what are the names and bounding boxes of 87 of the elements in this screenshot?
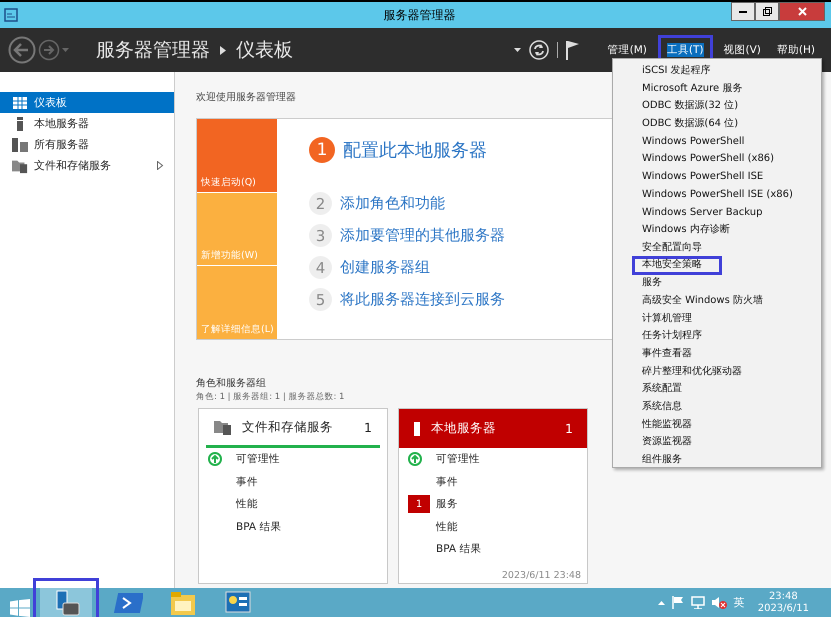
menu-item[interactable]: 资源监视器 <box>636 433 821 452</box>
server-icon <box>413 422 421 436</box>
menu-item[interactable]: 本地安全策略 <box>632 256 722 275</box>
card-count: 1 <box>364 420 372 434</box>
menu-item[interactable]: Windows Server Backup <box>636 204 821 222</box>
card-link[interactable]: 可管理性 <box>236 452 280 466</box>
menu-item[interactable]: iSCSI 发起程序 <box>636 62 821 80</box>
timestamp: 2023/6/11 23:48 <box>502 570 581 582</box>
window-title: 服务器管理器 <box>382 6 456 24</box>
forward-button[interactable] <box>38 39 60 61</box>
menu-item[interactable]: ODBC 数据源(64 位) <box>636 115 821 133</box>
step-number: 1 <box>309 137 335 163</box>
menu-item[interactable]: 高级安全 Windows 防火墙 <box>636 292 821 310</box>
sidebar-item[interactable]: 文件和存储服务 <box>0 155 174 176</box>
step-link[interactable]: 添加要管理的其他服务器 <box>340 226 505 245</box>
menu-item[interactable]: 系统配置 <box>636 380 821 398</box>
breadcrumb[interactable]: 服务器管理器 <box>96 37 210 63</box>
menu-item[interactable]: 碎片整理和优化驱动器 <box>636 362 821 380</box>
folder-icon <box>12 158 28 174</box>
step-number: 4 <box>309 256 332 279</box>
section-title: 角色和服务器组 <box>196 376 266 390</box>
step-link[interactable]: 创建服务器组 <box>340 258 430 277</box>
dropdown-caret-icon[interactable] <box>514 48 521 52</box>
step-number: 2 <box>309 192 332 215</box>
restore-button[interactable] <box>755 2 779 21</box>
menu-item[interactable]: Windows PowerShell <box>636 132 821 150</box>
step-number: 3 <box>309 224 332 247</box>
close-button[interactable] <box>779 2 825 21</box>
step-number: 5 <box>309 288 332 311</box>
chevron-icon <box>220 46 226 54</box>
card-link[interactable]: 性能 <box>236 497 258 512</box>
card-link[interactable]: BPA 结果 <box>236 520 282 534</box>
card-header[interactable]: 文件和存储服务 1 <box>206 409 380 448</box>
refresh-icon[interactable] <box>528 40 549 60</box>
menu-item[interactable]: 帮助(H) <box>772 35 820 65</box>
menu-item[interactable]: 计算机管理 <box>636 310 821 328</box>
sidebar-item[interactable]: 仪表板 <box>0 92 174 113</box>
card-link[interactable]: 事件 <box>236 474 258 489</box>
minimize-button[interactable] <box>731 2 755 21</box>
sidebar-item[interactable]: 所有服务器 <box>0 134 174 155</box>
up-caret-icon[interactable] <box>658 600 665 604</box>
restore-icon <box>762 7 772 16</box>
card-link[interactable]: 事件 <box>436 474 458 489</box>
card-link[interactable]: 服务 <box>436 497 458 512</box>
card-header[interactable]: 本地服务器 1 <box>399 409 587 448</box>
speaker-muted-icon[interactable] <box>712 596 727 609</box>
menu-item[interactable]: Microsoft Azure 服务 <box>636 80 821 98</box>
windows-logo-icon[interactable] <box>10 599 30 617</box>
step-link[interactable]: 添加角色和功能 <box>340 194 445 213</box>
menu-item[interactable]: Windows PowerShell ISE <box>636 168 821 186</box>
menu-item[interactable]: 管理(M) <box>602 35 652 65</box>
role-card[interactable]: 本地服务器 1 可管理性 事件 1 服务 性能 BPA 结果 2023/6/11 23:48 <box>398 408 588 584</box>
summary-text: 角色: 1 | 服务器组: 1 | 服务器总数: 1 <box>196 391 344 403</box>
network-icon[interactable] <box>690 596 705 609</box>
folder-icon <box>214 419 232 435</box>
app-icon <box>4 8 18 22</box>
section-title: 欢迎使用服务器管理器 <box>196 90 296 102</box>
minimize-icon <box>739 10 747 12</box>
menu-item[interactable]: 性能监视器 <box>636 416 821 434</box>
menu-item[interactable]: Windows PowerShell (x86) <box>636 150 821 168</box>
menu-item[interactable]: 组件服务 <box>636 451 821 469</box>
card-title: 本地服务器 <box>431 420 497 437</box>
card-link[interactable]: BPA 结果 <box>436 542 482 556</box>
servers-icon <box>12 138 28 152</box>
step-link[interactable]: 将此服务器连接到云服务 <box>340 290 505 309</box>
menu-item[interactable]: 任务计划程序 <box>636 327 821 346</box>
card-title: 文件和存储服务 <box>242 418 334 436</box>
step-link[interactable]: 配置此本地服务器 <box>343 138 487 162</box>
menu-item[interactable]: 安全配置向导 <box>636 238 821 257</box>
back-button[interactable] <box>8 36 36 64</box>
menu-item[interactable]: Windows 内存诊断 <box>636 221 821 239</box>
menu-item[interactable]: 事件查看器 <box>636 345 821 363</box>
role-card[interactable]: 文件和存储服务 1 可管理性 事件 性能 BPA 结果 <box>198 408 388 584</box>
card-count: 1 <box>565 421 573 436</box>
menu-item[interactable]: 服务 <box>636 274 821 292</box>
menu-item[interactable]: ODBC 数据源(32 位) <box>636 97 821 116</box>
breadcrumb[interactable]: 仪表板 <box>236 37 293 63</box>
card-link[interactable]: 可管理性 <box>436 452 480 466</box>
menu-item[interactable]: 系统信息 <box>636 398 821 416</box>
alert-badge: 1 <box>408 495 430 514</box>
sidebar-item[interactable]: 本地服务器 <box>0 113 174 134</box>
close-icon <box>798 7 806 16</box>
menu-item[interactable]: 视图(V) <box>718 35 766 65</box>
grid-icon <box>12 96 28 108</box>
menu-item[interactable]: Windows PowerShell ISE (x86) <box>636 186 821 204</box>
card-link[interactable]: 性能 <box>436 520 458 534</box>
flag-icon[interactable] <box>566 40 580 60</box>
